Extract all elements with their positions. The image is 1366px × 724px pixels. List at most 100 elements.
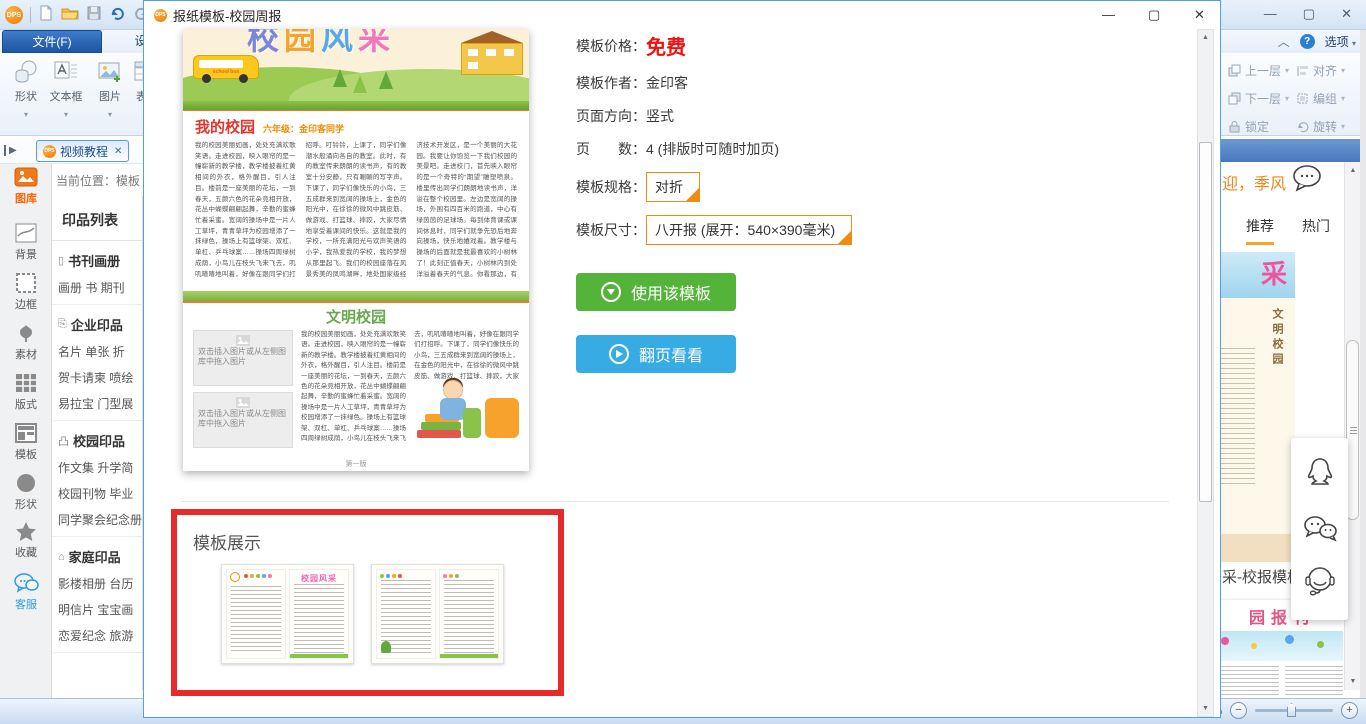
print-heading-books[interactable]: ▯ 书刊画册	[58, 251, 142, 270]
play-icon	[608, 344, 629, 364]
wechat-icon[interactable]	[1302, 514, 1338, 549]
headset-support-icon[interactable]	[1302, 564, 1338, 603]
zoom-slider-thumb[interactable]	[1287, 703, 1296, 717]
template-caption-1[interactable]: 采-校报模板	[1222, 566, 1302, 587]
preview-masthead: 校园风采 school bus	[183, 29, 529, 101]
dps-icon: DPS	[43, 144, 56, 158]
undo-icon[interactable]	[109, 5, 126, 26]
scroll-up-icon[interactable]: ▲	[1198, 34, 1213, 41]
pages-label: 页 数：	[576, 141, 646, 157]
spec-dropdown[interactable]: 对折	[646, 172, 700, 202]
sidebar-item-material[interactable]: 素材	[0, 322, 52, 362]
template-preview-page[interactable]: 校园风采 school bus 我的校园 六年级：金印客同学 我的校园美丽如画，…	[183, 29, 529, 471]
layer-down-button[interactable]: 下一层 ▾	[1228, 87, 1289, 109]
sidebar-item-template[interactable]: 模板	[0, 422, 52, 462]
video-tutorial-tab[interactable]: DPS 视频教程 ✕	[36, 140, 130, 162]
zoom-in-button[interactable]: +	[1341, 702, 1358, 719]
print-line[interactable]: 易拉宝 门型展	[58, 395, 142, 412]
print-heading-family[interactable]: ⌂ 家庭印品	[58, 547, 142, 566]
pages-value: 4 (排版时可随时加页)	[646, 141, 779, 157]
dialog-maximize-button[interactable]: ▢	[1148, 7, 1160, 23]
window-close-button[interactable]: ✕	[1341, 6, 1352, 22]
price-value: 免费	[646, 37, 686, 59]
thumb-title-char: 采	[1260, 259, 1287, 289]
sidebar-item-shape[interactable]: 形状	[0, 472, 52, 512]
image-tool-button[interactable]: 图片 ▾	[92, 57, 128, 119]
print-line[interactable]: 明信片 宝宝画	[58, 601, 142, 618]
dialog-titlebar: DPS 报纸模板-校园周报	[144, 1, 1220, 29]
children-reading-illustration	[413, 378, 521, 438]
dropdown-arrow-icon[interactable]: ▾	[48, 110, 84, 119]
current-location-text: 当前位置：模板	[56, 174, 141, 188]
print-line[interactable]: 恋爱纪念 旅游	[58, 627, 142, 644]
video-tab-close-icon[interactable]: ✕	[114, 146, 122, 157]
sidebar-item-border[interactable]: 边框	[0, 272, 52, 312]
tab-hot[interactable]: 热门	[1302, 216, 1330, 245]
scroll-down-icon[interactable]: ▼	[1345, 678, 1361, 685]
school-building-illustration	[461, 31, 523, 75]
options-button[interactable]: 选项 ▾	[1325, 33, 1356, 50]
zoom-out-button[interactable]: −	[1230, 702, 1247, 719]
sidebar-item-background[interactable]: 背景	[0, 222, 52, 262]
window-minimize-button[interactable]: —	[1264, 6, 1277, 22]
print-heading-business[interactable]: ⎘ 企业印品	[58, 315, 142, 334]
scroll-up-icon[interactable]: ▲	[1345, 167, 1361, 174]
dialog-minimize-button[interactable]: —	[1102, 7, 1115, 22]
print-line[interactable]: 贺卡请柬 喷绘	[58, 369, 142, 386]
zoom-slider-track[interactable]	[1255, 703, 1333, 717]
tab-file[interactable]: 文件(F)	[2, 30, 102, 53]
open-folder-icon[interactable]	[61, 5, 79, 26]
expand-panel-icon[interactable]: ▶	[4, 143, 20, 159]
print-line[interactable]: 同学聚会纪念册	[58, 511, 142, 528]
dialog-scrollbar-thumb[interactable]	[1199, 142, 1212, 502]
fake-text-lines	[1221, 348, 1255, 488]
size-dropdown[interactable]: 八开报 (展开：540×390毫米)	[646, 215, 853, 245]
sidebar-item-favorites[interactable]: 收藏	[0, 520, 52, 560]
print-section-books: ▯ 书刊画册 画册 书 期刊	[52, 241, 142, 305]
flip-preview-button[interactable]: 翻页看看	[576, 335, 736, 373]
thumbnail-masthead: 校园风采	[301, 574, 337, 583]
new-document-icon[interactable]	[38, 5, 54, 26]
dialog-close-button[interactable]: ✕	[1194, 7, 1205, 23]
thumb-bottom-strip	[1221, 534, 1295, 562]
template-thumbnail-partial-1[interactable]: 采 文明校园	[1221, 252, 1295, 562]
textbox-tool-button[interactable]: 文本框 ▾	[48, 57, 84, 119]
dropdown-arrow-icon[interactable]: ▾	[92, 110, 128, 119]
window-edge	[1360, 30, 1366, 698]
article1-text: 我的校园美丽如画，处处充满欢歌笑语。走进校园，映入眼帘的是一幢崭新的教学楼，教学…	[195, 142, 517, 278]
image-placeholder: 双击插入图片或从左侧图库中拖入图片	[193, 392, 293, 448]
collapse-ribbon-icon[interactable]: ︿	[1278, 33, 1290, 50]
qq-icon[interactable]	[1303, 456, 1337, 499]
sidebar-item-customer-service[interactable]: 客服	[0, 572, 52, 612]
align-button[interactable]: 对齐 ▾	[1296, 59, 1345, 81]
rotate-button[interactable]: 旋转 ▾	[1296, 115, 1345, 137]
spread-thumbnail-1[interactable]: 校园风采	[221, 564, 354, 664]
dialog-scrollbar[interactable]: ▲ ▼	[1197, 29, 1214, 717]
print-line[interactable]: 作文集 升学简	[58, 459, 142, 476]
save-icon[interactable]	[86, 5, 102, 26]
dropdown-arrow-icon[interactable]: ▾	[8, 110, 44, 119]
page-footer: 第一版	[345, 461, 367, 468]
print-line[interactable]: 影楼相册 台历	[58, 575, 142, 592]
use-template-button[interactable]: 使用该模板	[576, 273, 736, 311]
print-heading-campus[interactable]: 凸校园印品	[58, 431, 142, 450]
grass-divider	[183, 291, 529, 303]
help-icon[interactable]: ?	[1299, 34, 1315, 49]
spread-thumbnail-2[interactable]	[371, 564, 504, 664]
window-maximize-button[interactable]: ▢	[1303, 6, 1315, 22]
sidebar-item-gallery[interactable]: 图库	[0, 166, 52, 206]
scroll-down-icon[interactable]: ▼	[1198, 705, 1213, 712]
sidebar-item-layout[interactable]: 版式	[0, 372, 52, 412]
home-icon: ⌂	[58, 550, 65, 563]
shape-tool-button[interactable]: 形状 ▾	[8, 57, 44, 119]
spec-label: 模板规格：	[576, 179, 646, 195]
message-bubble-icon[interactable]	[1290, 162, 1324, 199]
print-line[interactable]: 画册 书 期刊	[58, 279, 142, 296]
print-line[interactable]: 校园刊物 毕业	[58, 485, 142, 502]
template-details: 模板价格： 免费 模板作者： 金印客 页面方向： 竖式 页 数： 4 (排版时可随时加页…	[576, 31, 1016, 397]
lock-button[interactable]: 锁定	[1228, 115, 1269, 137]
group-button[interactable]: 编组 ▾	[1296, 87, 1345, 109]
tab-recommended[interactable]: 推荐	[1246, 216, 1274, 245]
print-line[interactable]: 名片 单张 折	[58, 343, 142, 360]
layer-up-button[interactable]: 上一层 ▾	[1228, 59, 1289, 81]
